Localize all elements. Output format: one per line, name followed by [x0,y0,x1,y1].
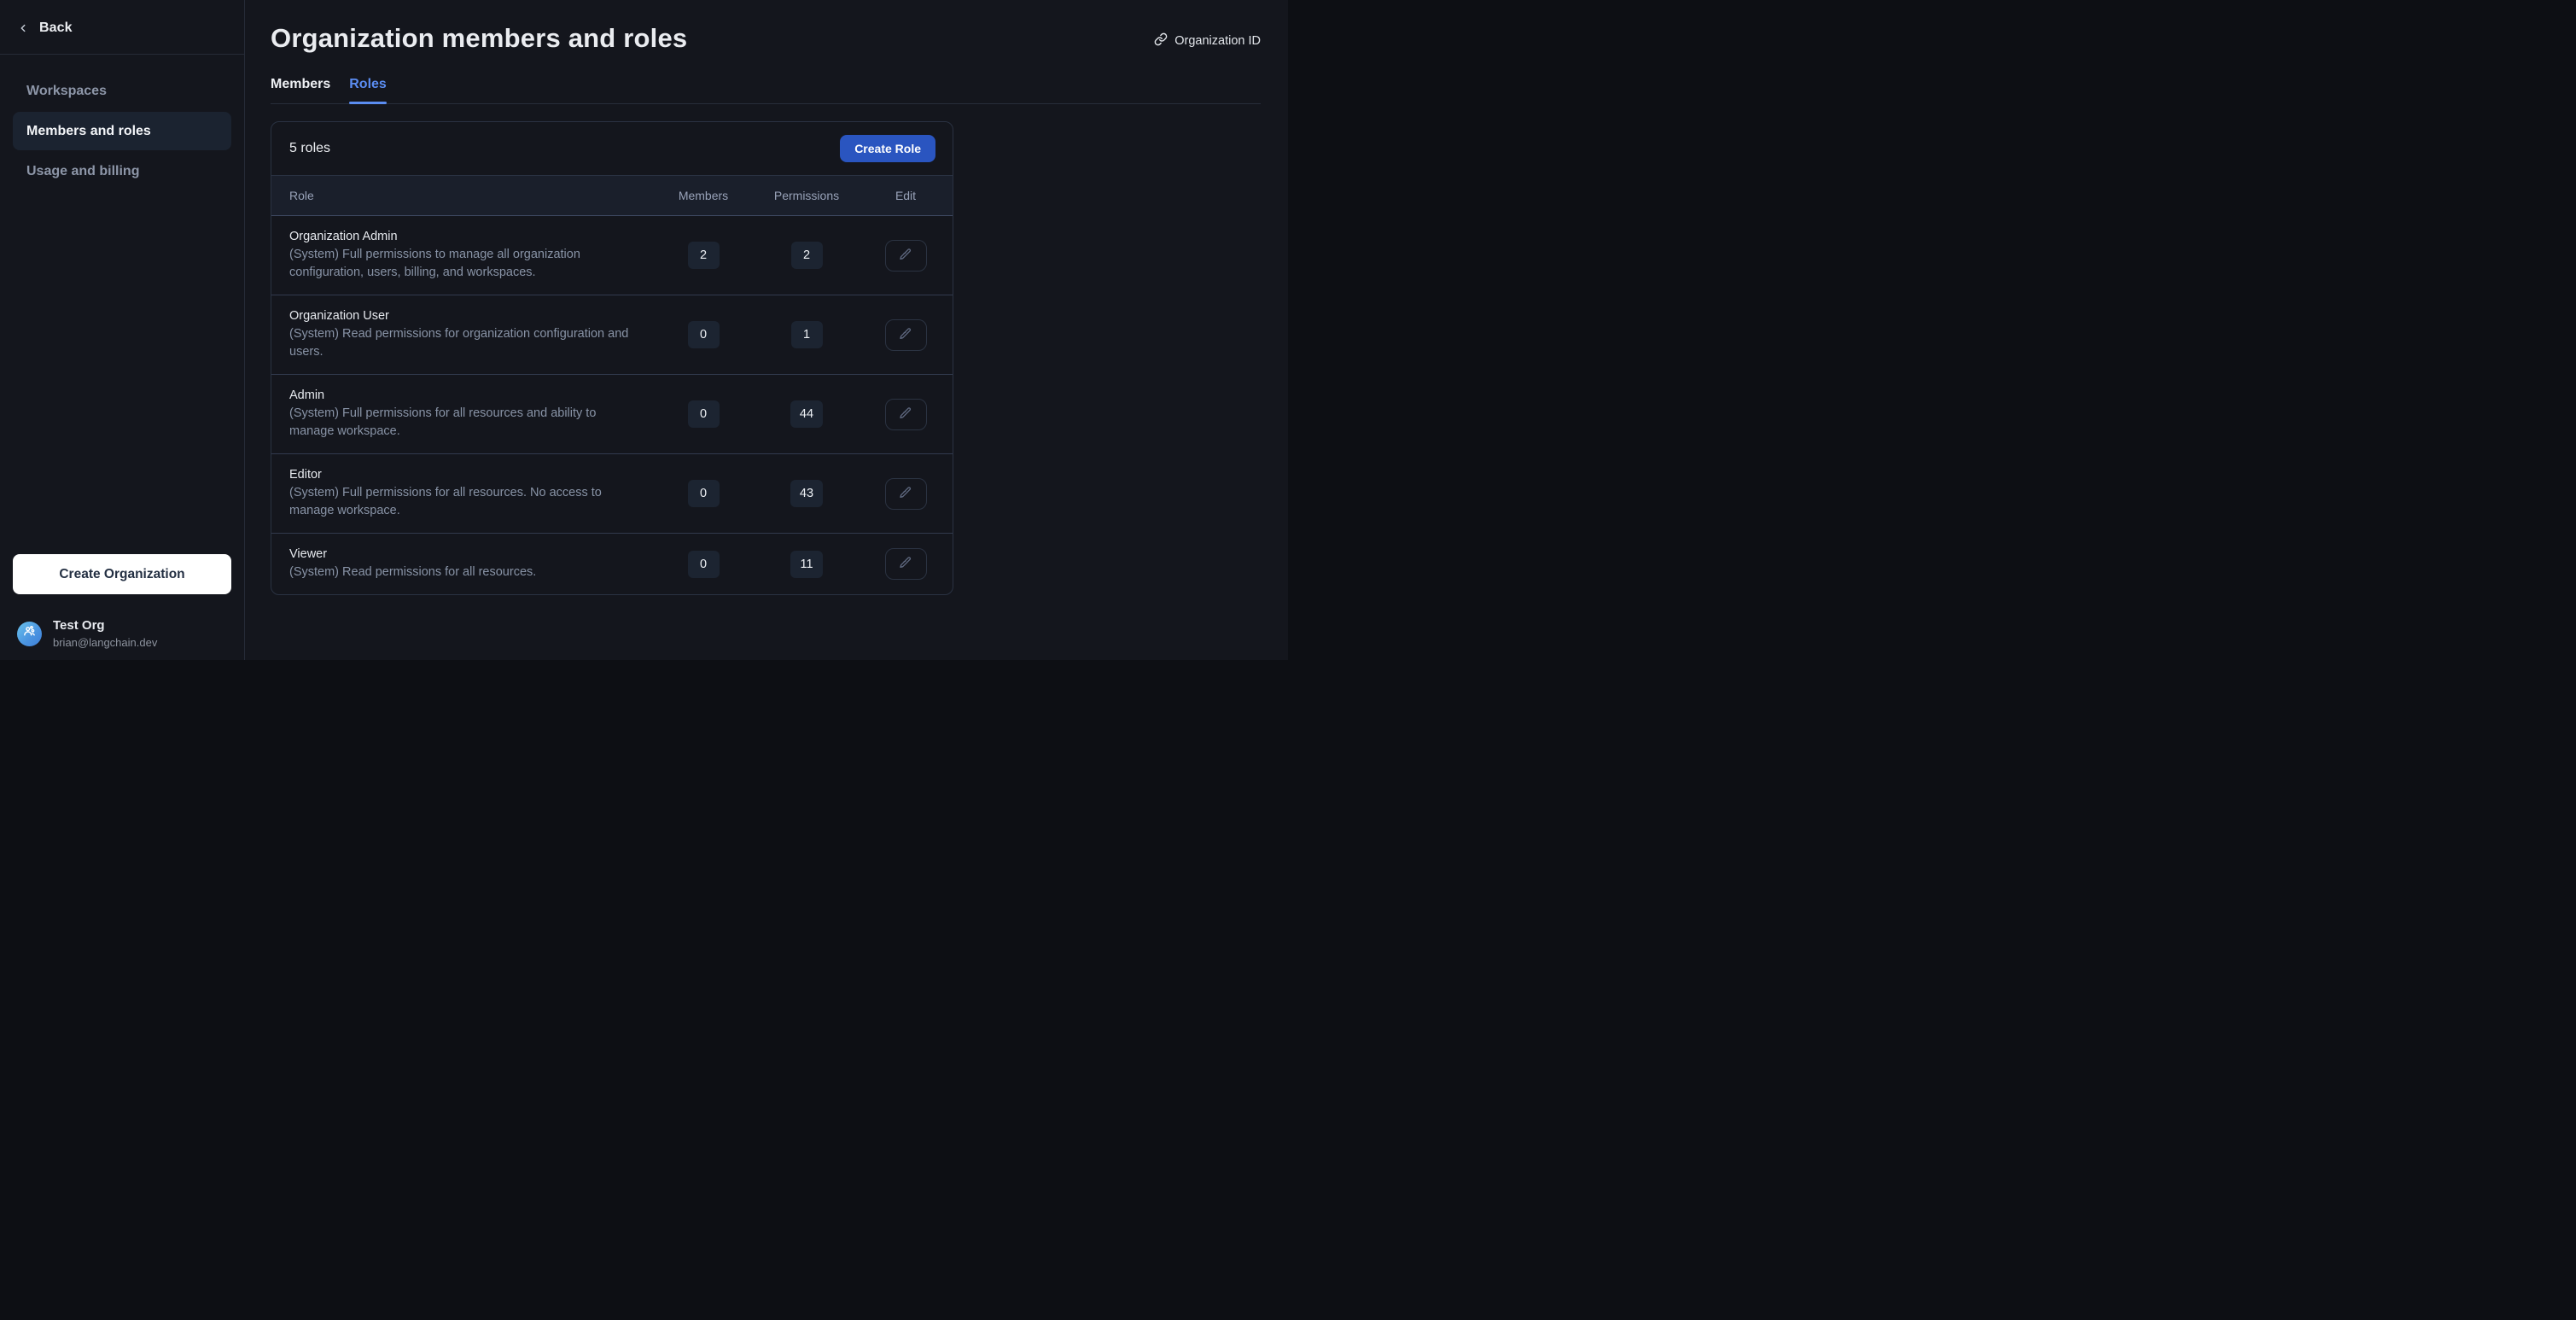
back-button[interactable]: Back [0,0,244,55]
sidebar: Back Workspaces Members and roles Usage … [0,0,245,660]
permissions-cell: 44 [755,400,859,428]
role-name: Editor [289,466,644,484]
sidebar-bottom: Create Organization Test Org [0,554,244,660]
edit-role-button[interactable] [885,548,927,580]
members-cell: 0 [652,480,755,507]
org-avatar [17,622,42,646]
pencil-icon [899,248,912,264]
table-row: Admin (System) Full permissions for all … [271,375,953,454]
users-icon [22,624,37,643]
pencil-icon [899,556,912,572]
permissions-count-badge: 44 [790,400,823,428]
members-count-badge: 0 [688,321,720,348]
edit-role-button[interactable] [885,399,927,430]
organization-settings-page: Back Workspaces Members and roles Usage … [0,0,1288,660]
chevron-left-icon [17,22,29,34]
pencil-icon [899,406,912,423]
org-email: brian@langchain.dev [53,635,157,650]
sidebar-item-workspaces[interactable]: Workspaces [13,72,231,110]
role-cell: Editor (System) Full permissions for all… [271,454,652,533]
sidebar-nav: Workspaces Members and roles Usage and b… [0,55,244,190]
permissions-cell: 2 [755,242,859,269]
organization-id-label: Organization ID [1174,34,1261,48]
role-name: Organization User [289,307,644,325]
permissions-cell: 1 [755,321,859,348]
role-cell: Admin (System) Full permissions for all … [271,375,652,453]
table-row: Organization User (System) Read permissi… [271,295,953,375]
table-row: Editor (System) Full permissions for all… [271,454,953,534]
role-description: (System) Read permissions for organizati… [289,325,644,361]
create-organization-button[interactable]: Create Organization [13,554,231,594]
members-cell: 0 [652,551,755,578]
edit-cell [859,548,953,580]
main-content: Organization members and roles Organizat… [245,0,1288,660]
members-count-badge: 2 [688,242,720,269]
role-description: (System) Read permissions for all resour… [289,564,644,581]
org-name: Test Org [53,617,157,634]
page-title: Organization members and roles [271,23,1261,54]
column-header-role: Role [271,189,652,202]
members-cell: 2 [652,242,755,269]
roles-count: 5 roles [289,141,330,156]
create-role-button[interactable]: Create Role [840,135,935,162]
permissions-count-badge: 2 [791,242,823,269]
members-count-badge: 0 [688,551,720,578]
tabs: Members Roles [271,77,1261,104]
role-description: (System) Full permissions for all resour… [289,484,644,520]
roles-table-header: Role Members Permissions Edit [271,175,953,216]
roles-card-header: 5 roles Create Role [271,122,953,175]
edit-role-button[interactable] [885,319,927,351]
table-row: Viewer (System) Read permissions for all… [271,534,953,594]
role-cell: Organization Admin (System) Full permiss… [271,216,652,295]
edit-cell [859,399,953,430]
tab-members[interactable]: Members [271,77,330,103]
permissions-count-badge: 1 [791,321,823,348]
role-cell: Organization User (System) Read permissi… [271,295,652,374]
edit-cell [859,319,953,351]
column-header-permissions: Permissions [755,189,859,202]
role-description: (System) Full permissions to manage all … [289,246,644,282]
link-icon [1154,32,1168,50]
roles-table-body: Organization Admin (System) Full permiss… [271,216,953,594]
pencil-icon [899,327,912,343]
permissions-cell: 11 [755,551,859,578]
role-description: (System) Full permissions for all resour… [289,405,644,441]
role-name: Admin [289,387,644,405]
edit-cell [859,240,953,272]
tab-roles[interactable]: Roles [349,77,387,103]
column-header-members: Members [652,189,755,202]
sidebar-item-usage-and-billing[interactable]: Usage and billing [13,152,231,190]
members-cell: 0 [652,400,755,428]
permissions-count-badge: 11 [790,551,822,578]
members-count-badge: 0 [688,400,720,428]
pencil-icon [899,486,912,502]
edit-cell [859,478,953,510]
column-header-edit: Edit [859,189,953,202]
role-name: Viewer [289,546,644,564]
sidebar-item-members-and-roles[interactable]: Members and roles [13,112,231,150]
current-org-row[interactable]: Test Org brian@langchain.dev [13,594,231,650]
permissions-count-badge: 43 [790,480,823,507]
table-row: Organization Admin (System) Full permiss… [271,216,953,295]
edit-role-button[interactable] [885,478,927,510]
members-cell: 0 [652,321,755,348]
members-count-badge: 0 [688,480,720,507]
roles-card: 5 roles Create Role Role Members Permiss… [271,121,953,595]
organization-id-button[interactable]: Organization ID [1154,32,1261,50]
permissions-cell: 43 [755,480,859,507]
back-label: Back [39,20,73,36]
role-cell: Viewer (System) Read permissions for all… [271,534,652,594]
role-name: Organization Admin [289,228,644,246]
edit-role-button[interactable] [885,240,927,272]
org-identity: Test Org brian@langchain.dev [53,617,157,650]
